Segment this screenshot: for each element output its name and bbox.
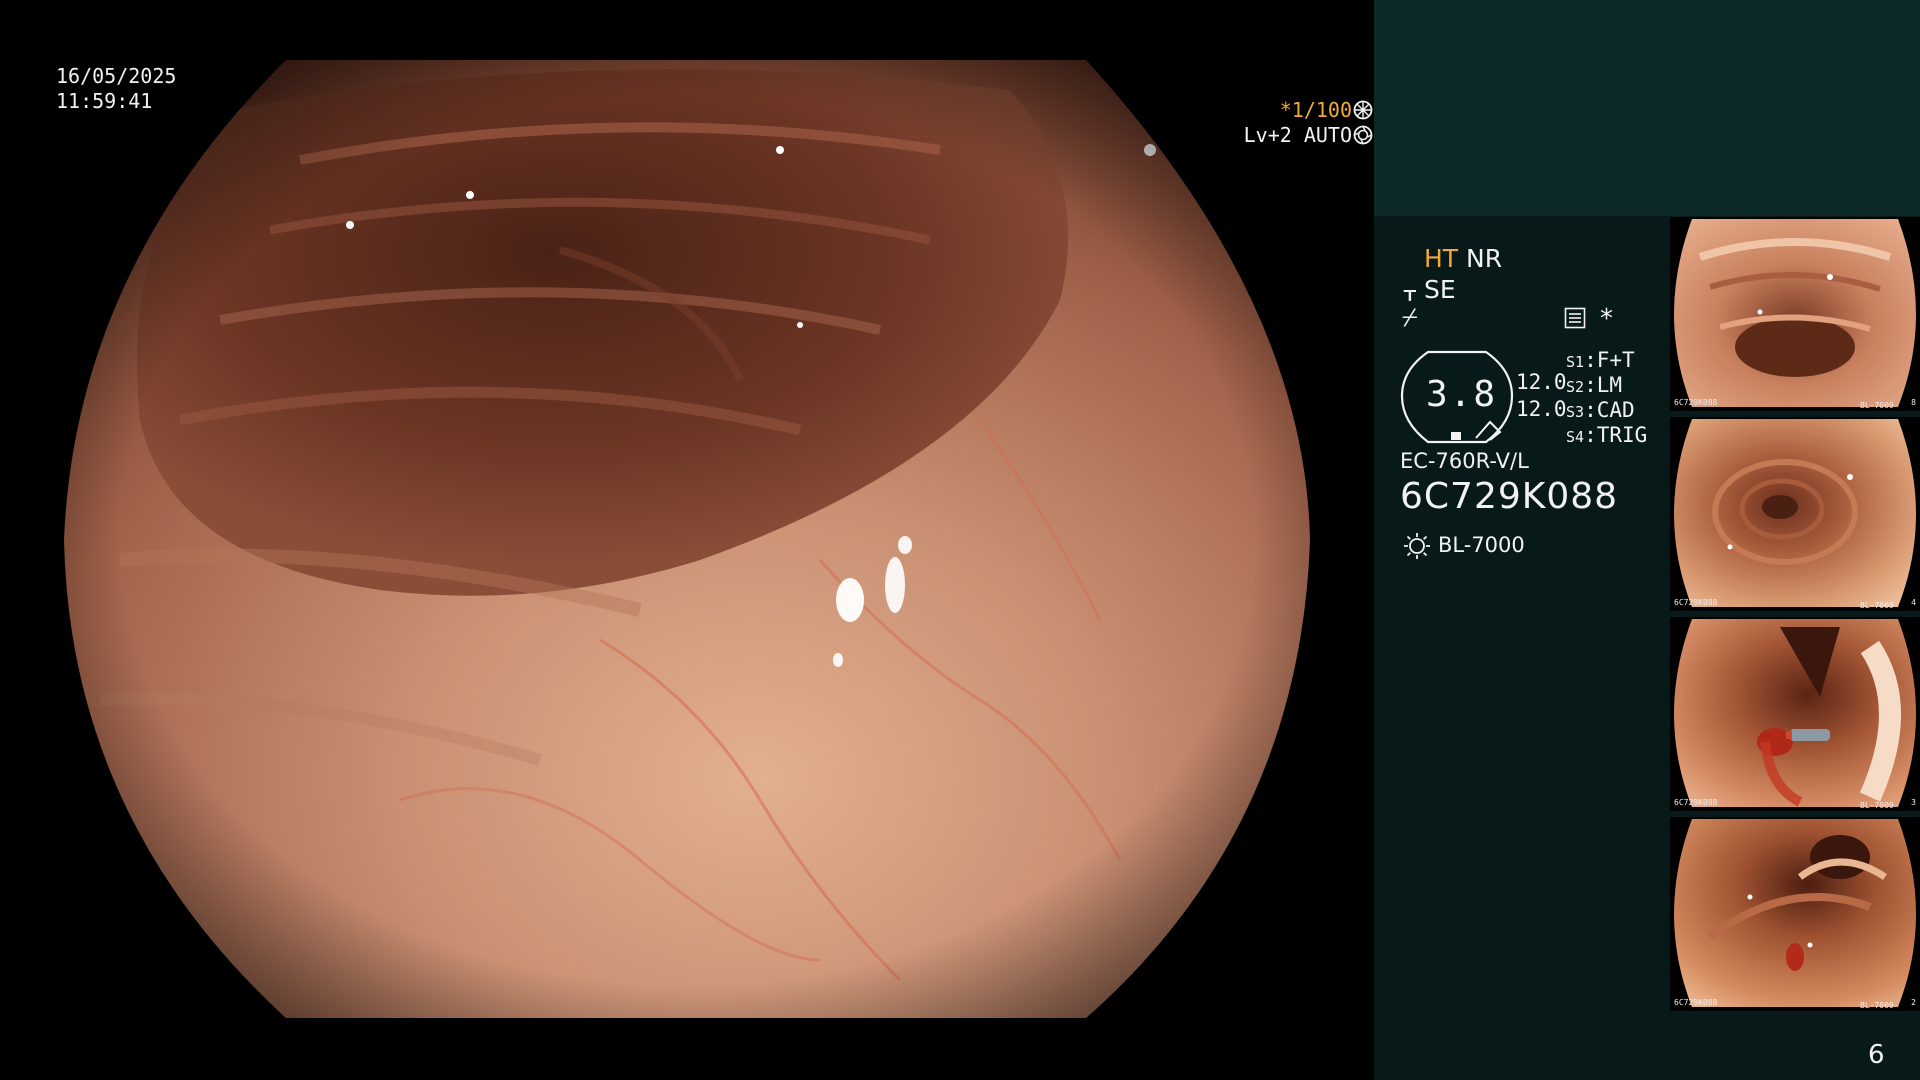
thumbnail-light-source: BL-7000 <box>1860 1001 1894 1010</box>
thumbnail-serial: 6C729K088 <box>1674 998 1718 1007</box>
switch-s1: S1:F+T <box>1566 348 1635 372</box>
thumbnail-image <box>1674 619 1916 807</box>
switch-s2: S2:LM <box>1566 373 1623 397</box>
switch-value: CAD <box>1596 398 1635 422</box>
endoscope-view: 16/05/2025 11:59:41 *1/100 Lv+2 AUTO <box>0 0 1374 1080</box>
thumbnail-number: 4 <box>1911 598 1916 607</box>
switch-key: S1 <box>1566 353 1585 371</box>
mode-ht: HT <box>1424 244 1459 273</box>
pressure-value: 3.8 <box>1426 374 1498 415</box>
thumbnail-serial: 6C729K088 <box>1674 798 1718 807</box>
switch-s3: S3:CAD <box>1566 398 1635 422</box>
signal-step-icon: ᚁ <box>1404 276 1416 304</box>
endoscope-image <box>64 60 1310 1018</box>
thumbnail-light-source: BL-7000 <box>1860 601 1894 610</box>
menu-list-icon <box>1564 307 1586 329</box>
flash-slash-icon: ⌿ <box>1402 303 1418 333</box>
switch-key: S4 <box>1566 428 1585 446</box>
switch-value: LM <box>1596 373 1623 397</box>
mode-ht-nr: HT NR <box>1424 244 1502 273</box>
thumbnail-number: 8 <box>1911 398 1916 407</box>
thumbnail-image <box>1674 419 1916 607</box>
light-source: BL-7000 <box>1438 533 1525 557</box>
enhancement-level: Lv+2 <box>1243 123 1292 147</box>
shutter-wheel-icon <box>1353 100 1373 120</box>
switch-value: F+T <box>1596 348 1635 372</box>
gain-value-2: 12.0 <box>1516 397 1567 421</box>
shutter-iris-display: *1/100 Lv+2 AUTO <box>56 98 1374 148</box>
thumbnail-image <box>1674 819 1916 1007</box>
iris-mode: AUTO <box>1303 123 1352 147</box>
scope-model: EC-760R-V/L <box>1400 449 1529 473</box>
page-number: 6 <box>1868 1040 1885 1070</box>
thumbnail-image <box>1674 219 1916 407</box>
capture-thumbnail-4[interactable]: 6C729K088 BL-7000 2 <box>1670 817 1920 1011</box>
thumbnail-serial: 6C729K088 <box>1674 398 1718 407</box>
shutter-speed: *1/100 <box>1279 98 1352 122</box>
capture-thumbnail-3[interactable]: 6C729K088 BL-7000 3 <box>1670 617 1920 811</box>
mode-se: SE <box>1424 275 1456 304</box>
scope-serial: 6C729K088 <box>1400 476 1619 517</box>
switch-s4: S4:TRIG <box>1566 423 1648 447</box>
asterisk-indicator: * <box>1600 304 1613 334</box>
iris-icon <box>1353 125 1373 145</box>
thumbnail-number: 2 <box>1911 998 1916 1007</box>
capture-thumbnail-2[interactable]: 6C729K088 BL-7000 4 <box>1670 417 1920 611</box>
thumbnail-serial: 6C729K088 <box>1674 598 1718 607</box>
mode-nr: NR <box>1466 244 1503 273</box>
thumbnail-light-source: BL-7000 <box>1860 801 1894 810</box>
date-text: 16/05/2025 <box>56 64 177 88</box>
capture-thumbnail-1[interactable]: 6C729K088 BL-7000 8 <box>1670 217 1920 411</box>
thumbnail-number: 3 <box>1911 798 1916 807</box>
panel-header-area <box>1374 0 1920 216</box>
gain-value-1: 12.0 <box>1516 370 1567 394</box>
lamp-sun-icon <box>1404 533 1430 559</box>
thumbnail-light-source: BL-7000 <box>1860 401 1894 410</box>
switch-value: TRIG <box>1596 423 1648 447</box>
switch-key: S3 <box>1566 403 1585 421</box>
switch-key: S2 <box>1566 378 1585 396</box>
